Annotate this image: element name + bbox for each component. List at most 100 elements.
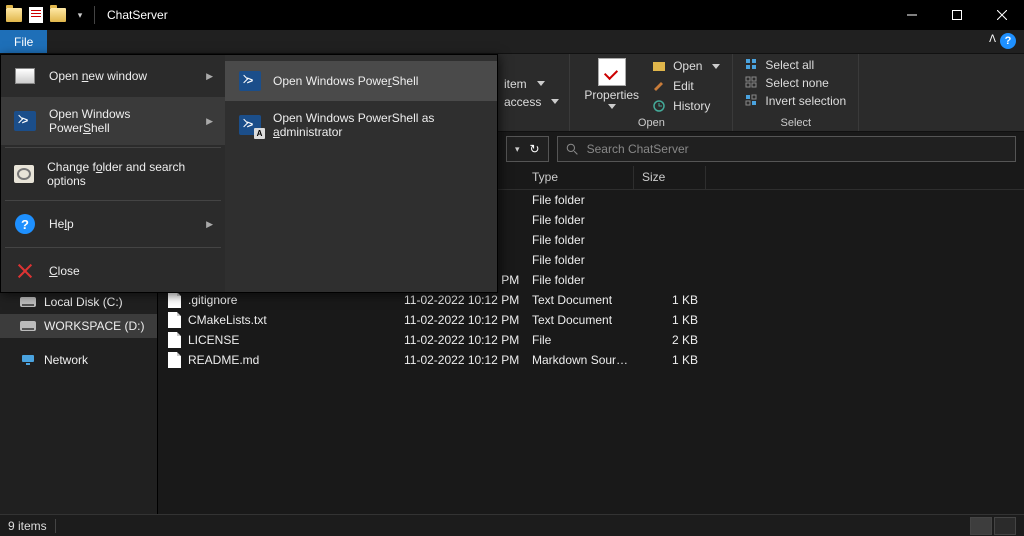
properties-icon bbox=[598, 58, 626, 86]
file-type: File folder bbox=[524, 213, 634, 227]
menu-separator bbox=[5, 147, 221, 148]
file-menu-item[interactable]: ?Help▶ bbox=[1, 203, 225, 245]
collapse-ribbon-icon[interactable]: ᐱ bbox=[989, 34, 996, 45]
file-type: File folder bbox=[524, 273, 634, 287]
sidebar-item[interactable]: WORKSPACE (D:) bbox=[0, 314, 157, 338]
disk-icon bbox=[20, 318, 36, 334]
file-submenu-item[interactable]: A Open Windows PowerShell as administrato… bbox=[225, 101, 497, 149]
powershell-icon bbox=[13, 110, 37, 132]
file-type: File folder bbox=[524, 233, 634, 247]
column-type[interactable]: Type bbox=[524, 166, 634, 189]
help-icon[interactable]: ? bbox=[1000, 33, 1016, 49]
doc-icon bbox=[26, 5, 46, 25]
file-name: .gitignore bbox=[188, 293, 237, 307]
item-count: 9 items bbox=[8, 519, 47, 533]
options-icon bbox=[13, 163, 35, 185]
sidebar-item[interactable]: Local Disk (C:) bbox=[0, 290, 157, 314]
file-date: 11-02-2022 10:12 PM bbox=[396, 293, 524, 307]
search-input[interactable]: Search ChatServer bbox=[557, 136, 1016, 162]
file-size: 1 KB bbox=[634, 313, 706, 327]
properties-button[interactable]: Properties bbox=[578, 56, 645, 117]
file-menu-item[interactable]: Open Windows PowerShell ▶ bbox=[1, 97, 225, 145]
maximize-button[interactable] bbox=[934, 0, 979, 30]
file-menu-item[interactable]: Close bbox=[1, 250, 225, 292]
sidebar-item-label: Local Disk (C:) bbox=[44, 295, 123, 309]
file-type: File folder bbox=[524, 193, 634, 207]
file-row[interactable]: README.md11-02-2022 10:12 PMMarkdown Sou… bbox=[158, 350, 1024, 370]
refresh-icon[interactable]: ↻ bbox=[530, 142, 540, 156]
chevron-down-icon[interactable]: ▾ bbox=[515, 144, 520, 155]
file-name: README.md bbox=[188, 353, 259, 367]
explorer-window: ▾ ChatServer File ᐱ ? item access Proper… bbox=[0, 0, 1024, 536]
menu-item-label: Open new window bbox=[49, 69, 147, 83]
ribbon-group-label: Select bbox=[741, 117, 850, 129]
window-icon bbox=[13, 65, 37, 87]
file-size: 2 KB bbox=[634, 333, 706, 347]
file-submenu-item[interactable]: Open Windows PowerShell bbox=[225, 61, 497, 101]
sidebar-item-network[interactable]: Network bbox=[0, 348, 157, 372]
file-type: File bbox=[524, 333, 634, 347]
sidebar-item-label: Network bbox=[44, 353, 88, 367]
menu-item-label: Open Windows PowerShell bbox=[273, 74, 418, 88]
submenu-arrow-icon: ▶ bbox=[206, 116, 213, 127]
search-icon bbox=[566, 143, 579, 156]
select-all-icon bbox=[745, 58, 759, 72]
file-date: 11-02-2022 10:12 PM bbox=[396, 313, 524, 327]
folder-icon bbox=[48, 5, 68, 25]
file-row[interactable]: .gitignore11-02-2022 10:12 PMText Docume… bbox=[158, 290, 1024, 310]
file-type: Text Document bbox=[524, 313, 634, 327]
file-size: 1 KB bbox=[634, 353, 706, 367]
ribbon-group-label: Open bbox=[578, 117, 724, 129]
minimize-button[interactable] bbox=[889, 0, 934, 30]
file-size: 1 KB bbox=[634, 293, 706, 307]
menu-separator bbox=[5, 200, 221, 201]
chevron-down-icon bbox=[551, 99, 559, 104]
file-name: CMakeLists.txt bbox=[188, 313, 267, 327]
menu-separator bbox=[5, 247, 221, 248]
file-row[interactable]: CMakeLists.txt 11-02-2022 10:12 PMText Do… bbox=[158, 310, 1024, 330]
file-type: Markdown Source... bbox=[524, 353, 634, 367]
menu-item-label: Open Windows PowerShell bbox=[49, 107, 194, 135]
new-item-dropdown[interactable]: item bbox=[500, 75, 563, 93]
menu-item-label: Change folder and search options bbox=[47, 160, 213, 188]
search-placeholder: Search ChatServer bbox=[587, 142, 689, 156]
titlebar: ▾ ChatServer bbox=[0, 0, 1024, 30]
chevron-down-icon bbox=[537, 81, 545, 86]
easy-access-dropdown[interactable]: access bbox=[500, 93, 563, 111]
file-row[interactable]: LICENSE11-02-2022 10:12 PMFile2 KB bbox=[158, 330, 1024, 350]
menu-item-label: Open Windows PowerShell as administrator bbox=[273, 111, 483, 139]
status-bar: 9 items bbox=[0, 514, 1024, 536]
close-button[interactable] bbox=[979, 0, 1024, 30]
details-view-button[interactable] bbox=[970, 517, 992, 535]
file-icon bbox=[166, 332, 182, 348]
powershell-icon: A bbox=[239, 115, 261, 135]
column-size[interactable]: Size bbox=[634, 166, 706, 189]
file-icon bbox=[166, 292, 182, 308]
qat-overflow-icon[interactable]: ▾ bbox=[70, 5, 90, 25]
chevron-down-icon bbox=[712, 64, 720, 69]
select-all-button[interactable]: Select all bbox=[741, 56, 850, 74]
invert-selection-button[interactable]: Invert selection bbox=[741, 92, 850, 110]
history-icon bbox=[651, 98, 667, 114]
open-dropdown[interactable]: Open bbox=[647, 56, 724, 76]
file-icon bbox=[166, 312, 182, 328]
select-none-button[interactable]: Select none bbox=[741, 74, 850, 92]
close-icon bbox=[13, 260, 37, 282]
submenu-arrow-icon: ▶ bbox=[206, 219, 213, 230]
file-tab[interactable]: File bbox=[0, 30, 47, 53]
submenu-arrow-icon: ▶ bbox=[206, 71, 213, 82]
file-date: 11-02-2022 10:12 PM bbox=[396, 333, 524, 347]
file-menu-item[interactable]: Change folder and search options bbox=[1, 150, 225, 198]
history-button[interactable]: History bbox=[647, 96, 724, 116]
address-bar[interactable]: ▾ ↻ bbox=[506, 136, 549, 162]
sidebar-item-label: WORKSPACE (D:) bbox=[44, 319, 144, 333]
menu-item-label: Help bbox=[49, 217, 74, 231]
file-type: File folder bbox=[524, 253, 634, 267]
chevron-down-icon bbox=[608, 104, 616, 109]
thumbnails-view-button[interactable] bbox=[994, 517, 1016, 535]
file-menu-item[interactable]: Open new window ▶ bbox=[1, 55, 225, 97]
file-menu: Open new window ▶ Open Windows PowerShell ▶… bbox=[0, 54, 498, 293]
edit-button[interactable]: Edit bbox=[647, 76, 724, 96]
edit-icon bbox=[651, 78, 667, 94]
open-icon bbox=[651, 58, 667, 74]
